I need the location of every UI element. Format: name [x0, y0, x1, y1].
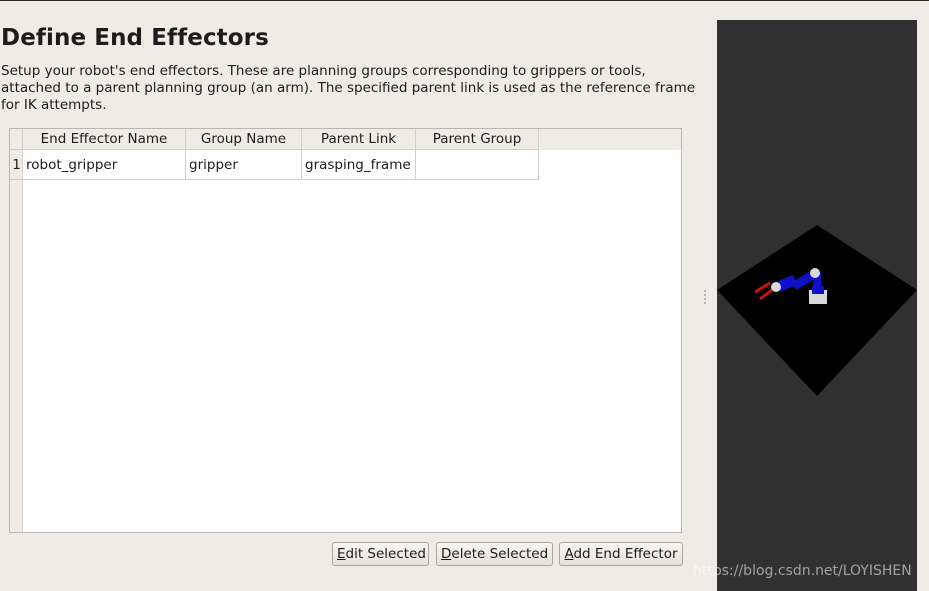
column-header-group-name[interactable]: Group Name [186, 129, 302, 150]
robot-3d-viewport[interactable] [717, 20, 917, 591]
edit-selected-button[interactable]: Edit Selected [332, 542, 429, 566]
ground-plane [717, 225, 917, 396]
table-corner[interactable] [10, 129, 23, 150]
cell-end-effector-name[interactable]: robot_gripper [23, 150, 186, 180]
delete-selected-mnemonic: D [441, 546, 452, 562]
robot-scene [717, 225, 917, 396]
edit-selected-mnemonic: E [337, 546, 346, 562]
cell-group-name[interactable]: gripper [186, 150, 302, 180]
row-number[interactable]: 1 [10, 150, 23, 180]
watermark-text: https://blog.csdn.net/LOYISHEN [693, 563, 912, 579]
page-title: Define End Effectors [1, 25, 269, 51]
cell-parent-group[interactable] [416, 150, 539, 180]
page-description: Setup your robot's end effectors. These … [1, 63, 696, 113]
wrist-joint [771, 282, 781, 292]
elbow-joint [810, 268, 820, 278]
splitter-handle[interactable] [704, 290, 706, 304]
add-end-effector-button[interactable]: Add End Effector [559, 542, 683, 566]
window-top-border [0, 0, 929, 1]
column-header-end-effector-name[interactable]: End Effector Name [23, 129, 186, 150]
add-end-effector-label: dd End Effector [573, 546, 678, 562]
delete-selected-label: elete Selected [451, 546, 549, 562]
column-header-parent-group[interactable]: Parent Group [416, 129, 539, 150]
row-header-column [10, 129, 23, 532]
column-header-parent-link[interactable]: Parent Link [302, 129, 416, 150]
edit-selected-label: dit Selected [345, 546, 426, 562]
end-effectors-table[interactable]: End Effector Name Group Name Parent Link… [9, 128, 682, 533]
cell-parent-link[interactable]: grasping_frame [302, 150, 416, 180]
delete-selected-button[interactable]: Delete Selected [436, 542, 553, 566]
